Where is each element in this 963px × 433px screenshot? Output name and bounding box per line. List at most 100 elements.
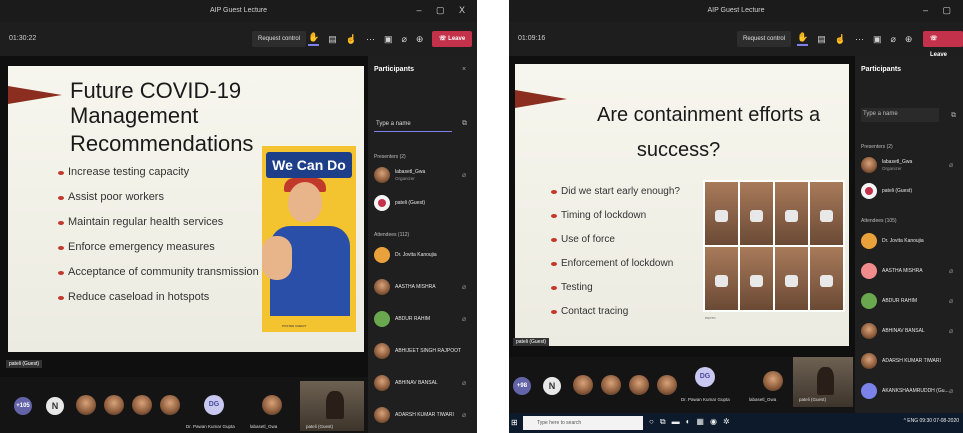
participant-avatar[interactable] (262, 395, 282, 415)
participant-role: Organizer (882, 166, 902, 171)
photo-tile (775, 182, 808, 245)
slide-bullet-list: Increase testing capacity Assist poor wo… (58, 160, 259, 310)
more-options-icon[interactable]: ⋯ (855, 34, 864, 45)
mic-off-icon[interactable]: ⌀ (401, 34, 406, 45)
settings-icon[interactable]: ✲ (723, 417, 730, 427)
share-icon[interactable]: ⊕ (416, 34, 424, 45)
participants-panel: Participants Type a name ⧉ Presenters (2… (855, 56, 963, 413)
mic-off-icon[interactable]: ⌀ (890, 34, 895, 45)
participant-avatar[interactable] (657, 375, 677, 395)
participant-avatar (861, 383, 877, 399)
window-controls[interactable]: – ▢ X (416, 5, 471, 16)
request-control-button[interactable]: Request control (737, 31, 792, 47)
participant-search-input[interactable]: Type a name (374, 118, 452, 132)
participant-name: pateli (Guest) (306, 424, 334, 429)
bullet-item: Contact tracing (551, 300, 680, 324)
participant-row[interactable]: ADARSH KUMAR TIWARI (861, 352, 961, 372)
teams-window-right: AIP Guest Lecture – ▢ 01:09:16 Request c… (509, 0, 963, 433)
participant-avatar[interactable] (76, 395, 96, 415)
task-view-icon[interactable]: ⧉ (660, 417, 666, 427)
bullet-item: Use of force (551, 228, 680, 252)
presenters-section-header[interactable]: Presenters (2) (374, 154, 406, 160)
mic-off-icon: ⌀ (462, 172, 467, 179)
bullet-item: Maintain regular health services (58, 210, 259, 235)
attendees-section-header[interactable]: Attendees (105) (861, 218, 897, 224)
participant-row[interactable]: Dr. Jovita Kanoujia (374, 246, 474, 266)
participant-row[interactable]: ABDUR RAHIM ⌀ (861, 292, 961, 312)
raise-hand-icon[interactable]: ✋ (797, 32, 809, 46)
photo-tile (705, 247, 738, 310)
more-options-icon[interactable]: ⋯ (366, 34, 375, 45)
presenters-section-header[interactable]: Presenters (2) (861, 144, 893, 150)
participant-name: ABDUR RAHIM (882, 298, 918, 304)
camera-off-icon[interactable]: ▣ (384, 34, 393, 45)
participant-avatar[interactable] (601, 375, 621, 395)
taskbar-search-input[interactable]: Type here to search (523, 416, 643, 430)
share-invite-icon[interactable]: ⧉ (462, 120, 467, 128)
participant-row[interactable]: ABHINAV BANSAL ⌀ (374, 374, 474, 394)
participant-search-input[interactable]: Type a name (861, 108, 939, 122)
participant-row[interactable]: AASTHA MISHRA ⌀ (374, 278, 474, 298)
participant-row[interactable]: AKANKSHAAMRUDDH (Gu... ⌀ (861, 382, 961, 402)
more-participants-badge[interactable]: +98 (513, 377, 531, 395)
participant-row[interactable]: ABDUR RAHIM ⌀ (374, 310, 474, 330)
cortana-icon[interactable]: ○ (649, 417, 654, 427)
system-tray[interactable]: ^ ENG 09:30 07-08-2020 (904, 418, 959, 424)
participant-avatar[interactable] (132, 395, 152, 415)
more-participants-badge[interactable]: +105 (14, 397, 32, 415)
participant-row[interactable]: labasetl_Gwa Organizer ⌀ (374, 166, 474, 186)
participant-row[interactable]: ADARSH KUMAR TIWARI ⌀ (374, 406, 474, 426)
store-icon[interactable]: ▦ (696, 417, 704, 427)
participant-row[interactable]: ABHIJEET SINGH RAJPOOT (374, 342, 474, 362)
camera-off-icon[interactable]: ▣ (873, 34, 882, 45)
slide-title-line1: Future COVID-19 Management (70, 78, 242, 129)
chrome-icon[interactable]: ◉ (710, 417, 717, 427)
participant-name: AASTHA MISHRA (882, 268, 923, 274)
participant-name: labasetl_Gwa (882, 159, 913, 165)
participant-row[interactable]: AASTHA MISHRA ⌀ (861, 262, 961, 282)
mic-off-icon: ⌀ (462, 316, 467, 323)
participant-avatar (374, 247, 390, 263)
edge-icon[interactable]: ◐ (686, 417, 691, 427)
participant-avatar[interactable]: N (543, 377, 561, 395)
request-control-button[interactable]: Request control (252, 31, 307, 47)
windows-start-icon[interactable]: ⊞ (511, 418, 518, 427)
participant-avatar (374, 279, 390, 295)
share-invite-icon[interactable]: ⧉ (951, 112, 956, 120)
participant-avatar[interactable] (629, 375, 649, 395)
leave-button[interactable]: ☏ Leave (923, 31, 963, 58)
leave-button[interactable]: ☏ Leave (432, 31, 473, 47)
participant-row[interactable]: pateli (Guest) (374, 194, 474, 214)
participant-row[interactable]: ABHINAV BANSAL ⌀ (861, 322, 961, 342)
reactions-icon[interactable]: ☝ (835, 34, 846, 45)
photo-tile (740, 247, 773, 310)
file-explorer-icon[interactable]: ▬ (672, 417, 680, 427)
raise-hand-icon[interactable]: ✋ (308, 32, 320, 46)
attendees-section-header[interactable]: Attendees (112) (374, 232, 409, 238)
chat-icon[interactable]: ▤ (328, 34, 337, 45)
meeting-timer: 01:09:16 (518, 35, 546, 42)
poster-credit: POSTER CREDIT (282, 324, 307, 328)
participant-row[interactable]: labasetl_Gwa Organizer ⌀ (861, 156, 961, 176)
participant-row[interactable]: pateli (Guest) (861, 182, 961, 202)
participant-avatar[interactable] (160, 395, 180, 415)
migrant-workers-photo-grid (703, 180, 845, 312)
participant-name: pateli (Guest) (882, 188, 913, 194)
participant-avatar[interactable] (763, 371, 783, 391)
bullet-item: Increase testing capacity (58, 160, 259, 185)
participant-name: labasetl_Gwa (749, 397, 777, 402)
participant-avatar[interactable]: DG (204, 395, 224, 415)
participant-row[interactable]: Dr. Jovita Kanoujia (861, 232, 961, 252)
title-bar: AIP Guest Lecture – ▢ (509, 0, 963, 22)
chat-icon[interactable]: ▤ (817, 34, 826, 45)
reactions-icon[interactable]: ☝ (346, 34, 357, 45)
close-icon[interactable]: × (462, 66, 466, 73)
participant-avatar[interactable]: N (46, 397, 64, 415)
share-icon[interactable]: ⊕ (905, 34, 913, 45)
participant-avatar[interactable] (104, 395, 124, 415)
participant-avatar[interactable]: DG (695, 367, 715, 387)
participant-avatar[interactable] (573, 375, 593, 395)
participant-name: ABHINAV BANSAL (882, 328, 925, 334)
shared-content-stage: Are containment efforts a success? Did w… (509, 56, 855, 357)
window-controls[interactable]: – ▢ (923, 5, 957, 16)
